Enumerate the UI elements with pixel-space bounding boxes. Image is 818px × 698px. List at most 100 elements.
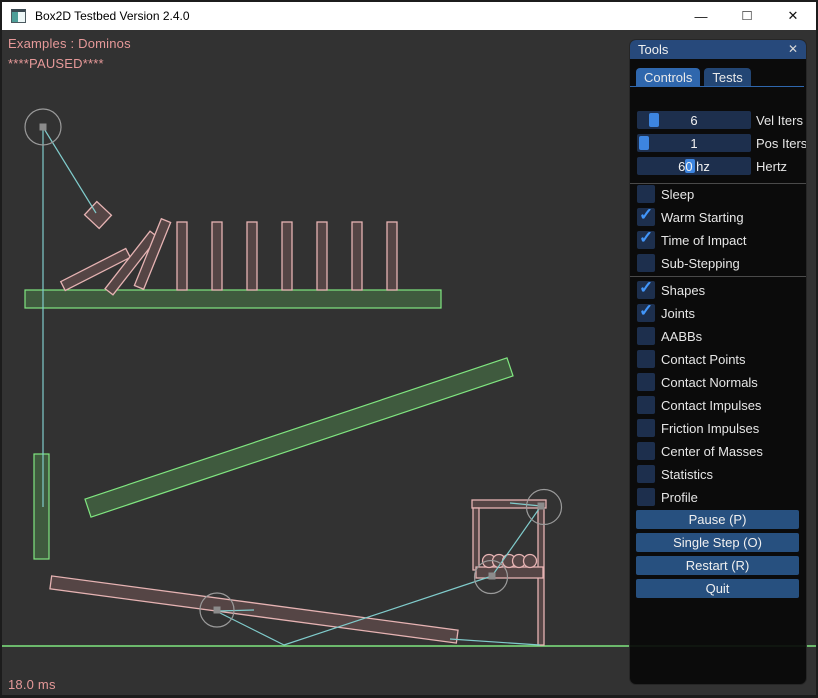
- window-title: Box2D Testbed Version 2.4.0: [35, 9, 678, 23]
- joint-line-ground: [450, 639, 540, 645]
- slider-label: Vel Iters: [756, 113, 803, 128]
- tab-bar: Controls Tests: [636, 68, 751, 86]
- check-icon: ✓: [639, 301, 653, 321]
- checkbox-box[interactable]: ✓: [637, 350, 655, 368]
- tab-tests[interactable]: Tests: [704, 68, 750, 86]
- checkbox-friction-impulses[interactable]: ✓ Friction Impulses: [637, 419, 759, 437]
- domino-standing-4[interactable]: [282, 222, 292, 290]
- separator: [630, 276, 807, 277]
- checkbox-box[interactable]: ✓: [637, 442, 655, 460]
- checkbox-box[interactable]: ✓: [637, 304, 655, 322]
- checkbox-label: Contact Points: [661, 352, 746, 367]
- checkbox-box[interactable]: ✓: [637, 465, 655, 483]
- slider-value: 60 hz: [637, 157, 751, 175]
- checkbox-box[interactable]: ✓: [637, 254, 655, 272]
- checkbox-box[interactable]: ✓: [637, 419, 655, 437]
- checkbox-warm-starting[interactable]: ✓ Warm Starting: [637, 208, 744, 226]
- slider-label: Hertz: [756, 159, 787, 174]
- checkbox-contact-points[interactable]: ✓ Contact Points: [637, 350, 746, 368]
- tools-close-icon[interactable]: ✕: [785, 41, 801, 57]
- slider-label: Pos Iters: [756, 136, 807, 151]
- check-icon: ✓: [639, 228, 653, 248]
- checkbox-label: Joints: [661, 306, 695, 321]
- slider-track[interactable]: 1: [637, 134, 751, 152]
- tilted-plank[interactable]: [50, 576, 458, 643]
- slider-hertz: 60 hz Hertz: [637, 157, 787, 175]
- slider-value: 6: [637, 111, 751, 129]
- restart-button[interactable]: Restart (R): [636, 556, 799, 575]
- domino-standing-3[interactable]: [247, 222, 257, 290]
- pause-button[interactable]: Pause (P): [636, 510, 799, 529]
- paused-label: ****PAUSED****: [8, 56, 104, 71]
- anchor-point-3: [538, 503, 545, 510]
- checkbox-sub-stepping[interactable]: ✓ Sub-Stepping: [637, 254, 740, 272]
- checkbox-profile[interactable]: ✓ Profile: [637, 488, 698, 506]
- slider-pos-iters: 1 Pos Iters: [637, 134, 807, 152]
- checkbox-label: AABBs: [661, 329, 702, 344]
- checkbox-label: Center of Masses: [661, 444, 763, 459]
- domino-standing-2[interactable]: [212, 222, 222, 290]
- checkbox-box[interactable]: ✓: [637, 327, 655, 345]
- checkbox-shapes[interactable]: ✓ Shapes: [637, 281, 705, 299]
- domino-standing-1[interactable]: [177, 222, 187, 290]
- ramp-plank: [85, 358, 513, 517]
- tools-panel-titlebar[interactable]: Tools ✕: [630, 40, 806, 59]
- platform-top: [25, 290, 441, 308]
- frame-time-label: 18.0 ms: [8, 677, 56, 692]
- tab-label: Controls: [644, 70, 692, 85]
- cart-shelf[interactable]: [476, 567, 543, 578]
- check-icon: ✓: [639, 278, 653, 298]
- swinging-box[interactable]: [85, 202, 112, 229]
- window-titlebar: Box2D Testbed Version 2.4.0 — □ ✕: [2, 2, 816, 30]
- maximize-button[interactable]: □: [724, 1, 770, 31]
- app-icon: [11, 9, 26, 23]
- quit-button[interactable]: Quit: [636, 579, 799, 598]
- checkbox-joints[interactable]: ✓ Joints: [637, 304, 695, 322]
- slider-value: 1: [637, 134, 751, 152]
- checkbox-box[interactable]: ✓: [637, 185, 655, 203]
- tools-panel-body: Controls Tests 6 Vel Iters 1 Pos: [630, 59, 806, 685]
- anchor-point-1: [40, 124, 47, 131]
- checkbox-label: Time of Impact: [661, 233, 746, 248]
- slider-track[interactable]: 60 hz: [637, 157, 751, 175]
- anchor-point-2: [214, 607, 221, 614]
- checkbox-box[interactable]: ✓: [637, 396, 655, 414]
- checkbox-label: Contact Impulses: [661, 398, 761, 413]
- cart-top-bar[interactable]: [472, 500, 546, 508]
- checkbox-box[interactable]: ✓: [637, 231, 655, 249]
- checkbox-label: Friction Impulses: [661, 421, 759, 436]
- checkbox-label: Sub-Stepping: [661, 256, 740, 271]
- slider-vel-iters: 6 Vel Iters: [637, 111, 803, 129]
- checkbox-statistics[interactable]: ✓ Statistics: [637, 465, 713, 483]
- checkbox-sleep[interactable]: ✓ Sleep: [637, 185, 694, 203]
- checkbox-box[interactable]: ✓: [637, 488, 655, 506]
- minimize-button[interactable]: —: [678, 2, 724, 30]
- checkbox-box[interactable]: ✓: [637, 281, 655, 299]
- checkbox-aabbs[interactable]: ✓ AABBs: [637, 327, 702, 345]
- checkbox-center-of-masses[interactable]: ✓ Center of Masses: [637, 442, 763, 460]
- check-icon: ✓: [639, 205, 653, 225]
- checkbox-label: Warm Starting: [661, 210, 744, 225]
- domino-standing-6[interactable]: [352, 222, 362, 290]
- tab-underline: [630, 86, 804, 87]
- tab-controls[interactable]: Controls: [636, 68, 700, 86]
- slider-track[interactable]: 6: [637, 111, 751, 129]
- tools-panel: Tools ✕ Controls Tests 6 Vel Iters: [629, 39, 807, 685]
- cart-left-post[interactable]: [473, 508, 479, 570]
- separator: [630, 183, 807, 184]
- checkbox-box[interactable]: ✓: [637, 208, 655, 226]
- app-window: Box2D Testbed Version 2.4.0 — □ ✕: [0, 0, 818, 698]
- checkbox-time-of-impact[interactable]: ✓ Time of Impact: [637, 231, 746, 249]
- checkbox-box[interactable]: ✓: [637, 373, 655, 391]
- joint-line-pendulum: [43, 127, 96, 213]
- checkbox-contact-impulses[interactable]: ✓ Contact Impulses: [637, 396, 761, 414]
- close-button[interactable]: ✕: [770, 2, 816, 30]
- checkbox-label: Contact Normals: [661, 375, 758, 390]
- anchor-point-4: [489, 573, 496, 580]
- ball-5[interactable]: [524, 555, 537, 568]
- domino-standing-7[interactable]: [387, 222, 397, 290]
- checkbox-contact-normals[interactable]: ✓ Contact Normals: [637, 373, 758, 391]
- single-step-button[interactable]: Single Step (O): [636, 533, 799, 552]
- domino-standing-5[interactable]: [317, 222, 327, 290]
- tools-panel-title: Tools: [638, 42, 668, 57]
